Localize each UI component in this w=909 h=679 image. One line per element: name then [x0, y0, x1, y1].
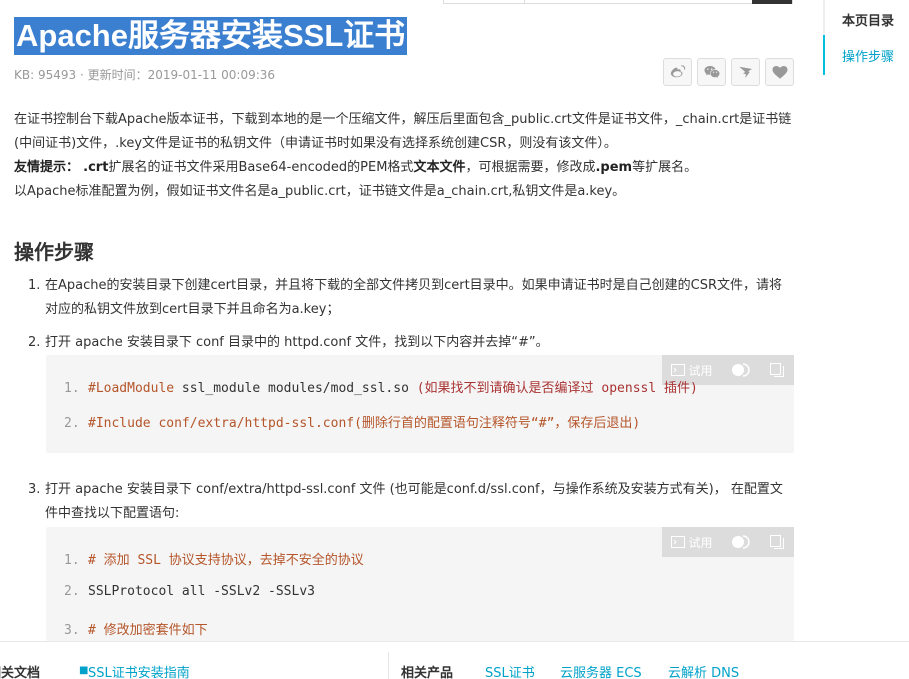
title-area: Apache服务器安装SSL证书 — [14, 17, 408, 55]
step-text: 在Apache的安装目录下创建cert目录，并且将下载的全部文件拷贝到cert目… — [45, 278, 783, 317]
section-title: 操作步骤 — [14, 240, 94, 264]
related-doc-link[interactable]: SSL证书安装指南 — [88, 662, 190, 679]
search-bar[interactable] — [443, 0, 793, 4]
toggle-theme-icon[interactable] — [731, 363, 751, 377]
terminal-icon — [671, 364, 686, 376]
step-number: 3. — [28, 482, 41, 497]
toc-active-indicator — [823, 35, 825, 75]
search-button[interactable] — [752, 0, 792, 4]
tip-text-3: 等扩展名。 — [632, 160, 698, 175]
product-link-dns[interactable]: 云解析 DNS — [668, 662, 739, 679]
related-products-label: 相关产品 — [401, 666, 454, 679]
try-label: 试用 — [688, 363, 713, 378]
tip-crt: .crt — [83, 160, 109, 175]
tip-paragraph: 友情提示： .crt扩展名的证书文件采用Base64-encoded的PEM格式… — [14, 156, 794, 180]
line-number: 2. — [64, 416, 80, 431]
footer-related: 相关文档 ■ SSL证书安装指南 相关产品 SSL证书 云服务器 ECS 云解析… — [0, 641, 909, 679]
code-comment: # 修改加密套件如下 — [88, 623, 208, 638]
tip-label: 友情提示： — [14, 160, 80, 175]
step-text: 打开 apache 安装目录下 conf/extra/httpd-ssl.con… — [45, 482, 783, 521]
code-block: 试用 1. # 添加 SSL 协议支持协议，去掉不安全的协议 2. SSLProto… — [46, 527, 794, 641]
code-toolbar: 试用 — [662, 527, 794, 557]
code-block: 试用 1. #LoadModule ssl_module modules/mod_… — [46, 355, 794, 453]
code-line: 2. SSLProtocol all -SSLv2 -SSLv3 — [64, 584, 315, 599]
code-text: ssl_module modules/mod_ssl.so — [174, 381, 417, 396]
copy-icon[interactable] — [770, 363, 785, 377]
weibo-icon — [670, 65, 685, 78]
code-line: 3. # 修改加密套件如下 — [64, 619, 208, 638]
related-docs-label: 相关文档 — [0, 666, 41, 679]
code-text: SSLProtocol all -SSLv2 -SSLv3 — [88, 584, 315, 599]
code-line: 1. # 添加 SSL 协议支持协议，去掉不安全的协议 — [64, 549, 364, 568]
terminal-icon — [671, 536, 686, 548]
favorite-button[interactable] — [765, 58, 794, 86]
intro-paragraph: 在证书控制台下载Apache版本证书，下载到本地的是一个压缩文件，解压后里面包含… — [14, 112, 792, 151]
page-toc: 本页目录 操作步骤 — [823, 0, 909, 75]
try-label: 试用 — [688, 535, 713, 550]
heart-icon — [772, 66, 787, 79]
example-paragraph: 以Apache标准配置为例，假如证书文件名是a_public.crt，证书链文件… — [14, 184, 626, 199]
article-meta: KB: 95493 · 更新时间：2019-01-11 00:09:36 — [14, 68, 276, 82]
toc-title: 本页目录 — [842, 14, 895, 29]
try-button[interactable]: 试用 — [671, 362, 713, 379]
product-link-ssl[interactable]: SSL证书 — [485, 662, 535, 679]
tip-text-1: 扩展名的证书文件采用Base64-encoded的PEM格式 — [108, 160, 414, 175]
share-dingtalk-button[interactable] — [731, 58, 760, 86]
try-button[interactable]: 试用 — [671, 534, 713, 551]
page-title: Apache服务器安装SSL证书 — [14, 17, 408, 55]
step-text: 打开 apache 安装目录下 conf 目录中的 httpd.conf 文件，… — [45, 335, 549, 350]
search-divider — [524, 0, 525, 4]
step-number: 2. — [28, 335, 41, 350]
code-comment: # 添加 SSL 协议支持协议，去掉不安全的协议 — [88, 553, 364, 568]
copy-icon[interactable] — [770, 535, 785, 549]
code-comment: #Include conf/extra/httpd-ssl.conf — [88, 416, 355, 431]
toc-item-steps[interactable]: 操作步骤 — [842, 46, 894, 65]
share-weibo-button[interactable] — [663, 58, 692, 86]
tip-text-file: 文本文件 — [413, 160, 466, 175]
code-line: 1. #LoadModule ssl_module modules/mod_ssl… — [64, 377, 698, 396]
tip-text-2: ，可根据需要，修改成 — [465, 160, 596, 175]
footer-divider — [388, 652, 389, 679]
line-number: 1. — [64, 553, 80, 568]
wechat-icon — [704, 66, 719, 78]
code-comment: #LoadModule — [88, 381, 175, 396]
code-note: (如果找不到请确认是否编译过 openssl 插件) — [416, 381, 698, 396]
toggle-theme-icon[interactable] — [731, 535, 751, 549]
share-wechat-button[interactable] — [697, 58, 726, 86]
intro-section: 在证书控制台下载Apache版本证书，下载到本地的是一个压缩文件，解压后里面包含… — [14, 108, 794, 204]
line-number: 3. — [64, 623, 80, 638]
step-number: 1. — [28, 278, 41, 293]
code-line: 2. #Include conf/extra/httpd-ssl.conf(删除行… — [64, 412, 640, 431]
line-number: 1. — [64, 381, 80, 396]
code-note: (删除行首的配置语句注释符号“#”，保存后退出) — [354, 416, 641, 431]
product-link-ecs[interactable]: 云服务器 ECS — [560, 662, 642, 679]
share-buttons — [663, 58, 794, 86]
tip-pem: .pem — [595, 160, 633, 175]
line-number: 2. — [64, 584, 80, 599]
dingtalk-icon — [738, 66, 752, 78]
